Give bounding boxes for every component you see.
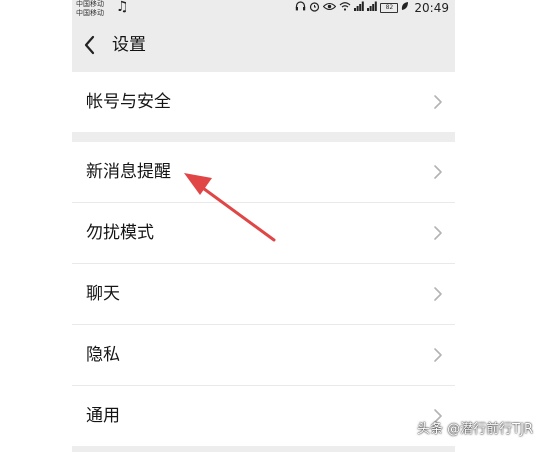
headphones-icon	[295, 1, 306, 15]
settings-item-label: 帐号与安全	[86, 92, 171, 112]
status-icons: 82 20:49	[295, 1, 449, 15]
eye-icon	[323, 2, 337, 15]
back-arrow-icon	[84, 35, 95, 55]
signal-2-icon	[367, 1, 378, 15]
back-button[interactable]	[80, 32, 102, 58]
phone-screen: 中国移动 中国移动 ♫ 82 20:49 设置 帐号与安全 新消息提醒 勿扰模式…	[72, 0, 455, 452]
page-title: 设置	[112, 35, 146, 55]
carrier-2: 中国移动	[76, 9, 104, 17]
chevron-right-icon	[434, 165, 442, 179]
chevron-right-icon	[434, 95, 442, 109]
header-bar: 设置	[72, 20, 455, 72]
watermark: 头条 @潜行前行TJR	[417, 422, 533, 437]
settings-item-account-security[interactable]: 帐号与安全	[72, 72, 455, 132]
screenshot-page: 中国移动 中国移动 ♫ 82 20:49 设置 帐号与安全 新消息提醒 勿扰模式…	[0, 0, 543, 452]
leaf-icon	[401, 1, 409, 15]
settings-item-label: 聊天	[86, 284, 120, 304]
chevron-right-icon	[434, 287, 442, 301]
music-note-icon: ♫	[116, 0, 129, 15]
settings-item-privacy[interactable]: 隐私	[72, 324, 455, 385]
signal-1-icon	[354, 1, 365, 15]
settings-item-label: 隐私	[86, 345, 120, 365]
carrier-1: 中国移动	[76, 0, 104, 8]
chevron-right-icon	[434, 226, 442, 240]
settings-group-main: 新消息提醒 勿扰模式 聊天 隐私 通用	[72, 142, 455, 446]
settings-item-do-not-disturb[interactable]: 勿扰模式	[72, 202, 455, 263]
settings-item-general[interactable]: 通用	[72, 385, 455, 446]
settings-item-label: 新消息提醒	[86, 162, 171, 182]
battery-icon: 82	[380, 3, 399, 13]
settings-item-label: 勿扰模式	[86, 223, 154, 243]
status-clock: 20:49	[414, 1, 449, 15]
alarm-icon	[309, 1, 320, 16]
settings-item-chat[interactable]: 聊天	[72, 263, 455, 324]
settings-group-account: 帐号与安全	[72, 72, 455, 132]
status-bar: 中国移动 中国移动 ♫ 82 20:49	[72, 0, 455, 20]
settings-item-new-message-alerts[interactable]: 新消息提醒	[72, 142, 455, 202]
wifi-icon	[339, 1, 351, 15]
chevron-right-icon	[434, 348, 442, 362]
carrier-labels: 中国移动 中国移动	[76, 0, 104, 18]
settings-item-label: 通用	[86, 406, 120, 426]
